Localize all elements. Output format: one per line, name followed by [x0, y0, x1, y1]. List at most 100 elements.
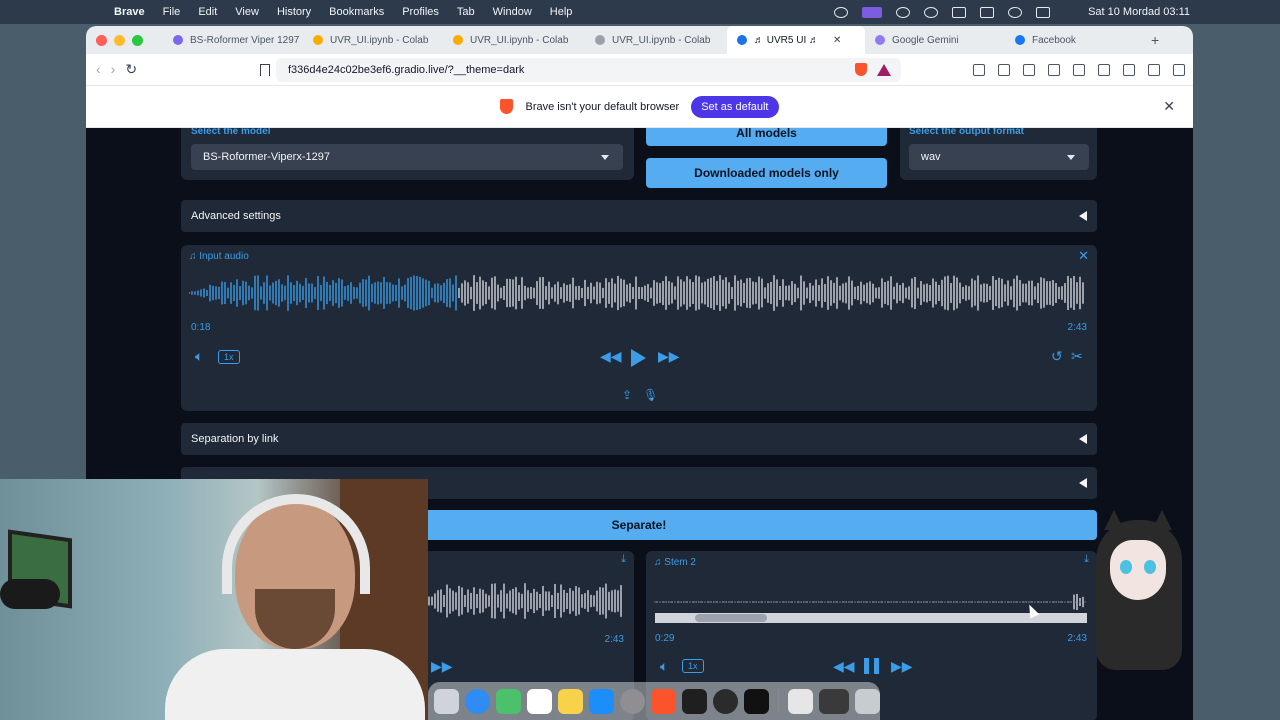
search-icon[interactable]	[1008, 6, 1022, 18]
model-select-panel: Select the model BS-Roformer-Viperx-1297	[181, 128, 634, 180]
trash-icon[interactable]	[855, 688, 880, 714]
sidebar-icon[interactable]	[1073, 63, 1085, 76]
clear-audio-icon[interactable]: ✕	[1078, 248, 1089, 264]
set-default-button[interactable]: Set as default	[691, 95, 779, 118]
battery-icon[interactable]	[980, 6, 994, 18]
gemini-tab-icon	[875, 35, 885, 45]
menu-edit[interactable]: Edit	[198, 6, 217, 18]
system-settings-icon[interactable]	[620, 688, 645, 714]
separation-by-link-accordion[interactable]: Separation by link	[181, 423, 1097, 455]
obs-icon[interactable]	[744, 688, 769, 714]
window-thumbnail-icon[interactable]	[819, 688, 849, 714]
advanced-settings-accordion[interactable]: Advanced settings	[181, 200, 1097, 232]
menu-app-name[interactable]: Brave	[114, 6, 145, 18]
all-models-button[interactable]: All models	[646, 128, 887, 146]
stem2-speed-button[interactable]: 1x	[682, 659, 704, 673]
tab-facebook[interactable]: Facebook	[1005, 26, 1141, 54]
url-text: f336d4e24c02be3ef6.gradio.live/?__theme=…	[288, 63, 525, 76]
model-dropdown[interactable]: BS-Roformer-Viperx-1297	[191, 144, 623, 170]
playback-speed-button[interactable]: 1x	[218, 350, 240, 364]
new-tab-button[interactable]: +	[1151, 32, 1159, 48]
wifi-icon[interactable]	[952, 6, 966, 18]
maps-icon[interactable]	[496, 688, 521, 714]
menu-history[interactable]: History	[277, 6, 311, 18]
screenshot-icon[interactable]	[998, 63, 1010, 76]
extensions-icon[interactable]	[973, 63, 985, 76]
download-stem1-icon[interactable]: ⤓	[621, 553, 626, 566]
close-window-button[interactable]	[96, 34, 107, 46]
tab-uvr5-ui[interactable]: ♬ UVR5 UI ♬ ✕	[727, 26, 865, 54]
rewind-icon[interactable]: ◀◀	[600, 348, 622, 365]
calendar-icon[interactable]	[527, 688, 552, 714]
trim-scissors-icon[interactable]: ✂	[1071, 348, 1083, 365]
tab-label: Google Gemini	[892, 34, 959, 46]
stem1-waveform[interactable]	[426, 583, 626, 619]
menu-tab[interactable]: Tab	[457, 6, 475, 18]
fast-forward-icon[interactable]: ▶▶	[658, 348, 680, 365]
url-field[interactable]: f336d4e24c02be3ef6.gradio.live/?__theme=…	[276, 57, 901, 82]
reload-icon[interactable]: ↻	[125, 61, 137, 78]
tab-colab-2[interactable]: UVR_UI.ipynb - Colab	[443, 26, 585, 54]
stem2-scrollbar-thumb[interactable]	[695, 614, 767, 622]
menu-icon[interactable]	[1173, 63, 1185, 76]
volume-icon[interactable]: 🔈︎	[195, 348, 203, 365]
app-store-icon[interactable]	[589, 688, 614, 714]
tab-bs-roformer[interactable]: BS-Roformer Viper 1297	[163, 26, 303, 54]
menu-bookmarks[interactable]: Bookmarks	[329, 6, 384, 18]
screen-record-icon[interactable]	[862, 6, 882, 18]
notes-icon[interactable]	[558, 688, 583, 714]
tab-google-gemini[interactable]: Google Gemini	[865, 26, 1005, 54]
tab-colab-1[interactable]: UVR_UI.ipynb - Colab	[303, 26, 443, 54]
brave-dock-icon[interactable]	[651, 688, 676, 714]
forward-icon[interactable]: ›	[111, 61, 116, 78]
back-icon[interactable]: ‹	[96, 61, 101, 78]
upload-icon[interactable]: ⇪	[622, 388, 632, 402]
notification-close-icon[interactable]: ✕	[1163, 98, 1175, 115]
stem1-fast-forward-icon[interactable]: ▶▶	[431, 658, 453, 675]
music-icon[interactable]	[1048, 63, 1060, 76]
input-waveform[interactable]	[189, 271, 1089, 315]
undo-icon[interactable]: ↺	[1051, 348, 1063, 365]
leo-ai-icon[interactable]	[1123, 63, 1135, 76]
control-center-icon[interactable]	[1036, 6, 1050, 18]
tab-colab-3[interactable]: UVR_UI.ipynb - Colab	[585, 26, 727, 54]
menu-profiles[interactable]: Profiles	[402, 6, 439, 18]
activity-monitor-icon[interactable]	[713, 688, 738, 714]
brave-rewards-icon[interactable]	[877, 63, 891, 76]
stem1-waveform-svg[interactable]	[426, 583, 626, 619]
dock-separator	[778, 688, 779, 714]
input-waveform-svg[interactable]	[189, 271, 1089, 315]
pause-icon[interactable]	[864, 658, 879, 674]
bookmark-icon[interactable]	[260, 63, 270, 76]
menu-help[interactable]: Help	[550, 6, 573, 18]
stem2-rewind-icon[interactable]: ◀◀	[833, 658, 855, 675]
zoom-window-button[interactable]	[132, 34, 143, 46]
tab-label: UVR_UI.ipynb - Colab	[470, 34, 569, 46]
safari-icon[interactable]	[465, 688, 490, 714]
download-icon[interactable]	[1023, 63, 1035, 76]
vpn-icon[interactable]	[834, 6, 848, 18]
menu-window[interactable]: Window	[493, 6, 532, 18]
moon-icon[interactable]	[924, 6, 938, 18]
menu-view[interactable]: View	[235, 6, 259, 18]
brave-shields-icon[interactable]	[855, 63, 867, 76]
menu-file[interactable]: File	[163, 6, 181, 18]
minimize-window-button[interactable]	[114, 34, 125, 46]
download-stem2-icon[interactable]: ⤓	[1084, 553, 1089, 566]
launchpad-icon[interactable]	[434, 688, 459, 714]
tab-close-icon[interactable]: ✕	[833, 35, 841, 46]
stem2-fast-forward-icon[interactable]: ▶▶	[891, 658, 913, 675]
brave-logo-icon	[500, 99, 514, 114]
stem2-volume-icon[interactable]: 🔈︎	[660, 658, 668, 675]
play-circle-icon[interactable]	[896, 6, 910, 18]
stem2-scrollbar-track[interactable]	[655, 613, 1087, 623]
microphone-icon[interactable]: 🎙︎	[643, 388, 658, 402]
music-file-icon[interactable]	[788, 688, 813, 714]
vpn-shield-icon[interactable]	[1148, 63, 1160, 76]
terminal-icon[interactable]	[682, 688, 707, 714]
wallet-icon[interactable]	[1098, 63, 1110, 76]
output-format-dropdown[interactable]: wav	[909, 144, 1089, 170]
play-icon[interactable]	[631, 349, 646, 367]
downloaded-models-button[interactable]: Downloaded models only	[646, 158, 887, 188]
menu-clock[interactable]: Sat 10 Mordad 03:11	[1088, 6, 1190, 18]
